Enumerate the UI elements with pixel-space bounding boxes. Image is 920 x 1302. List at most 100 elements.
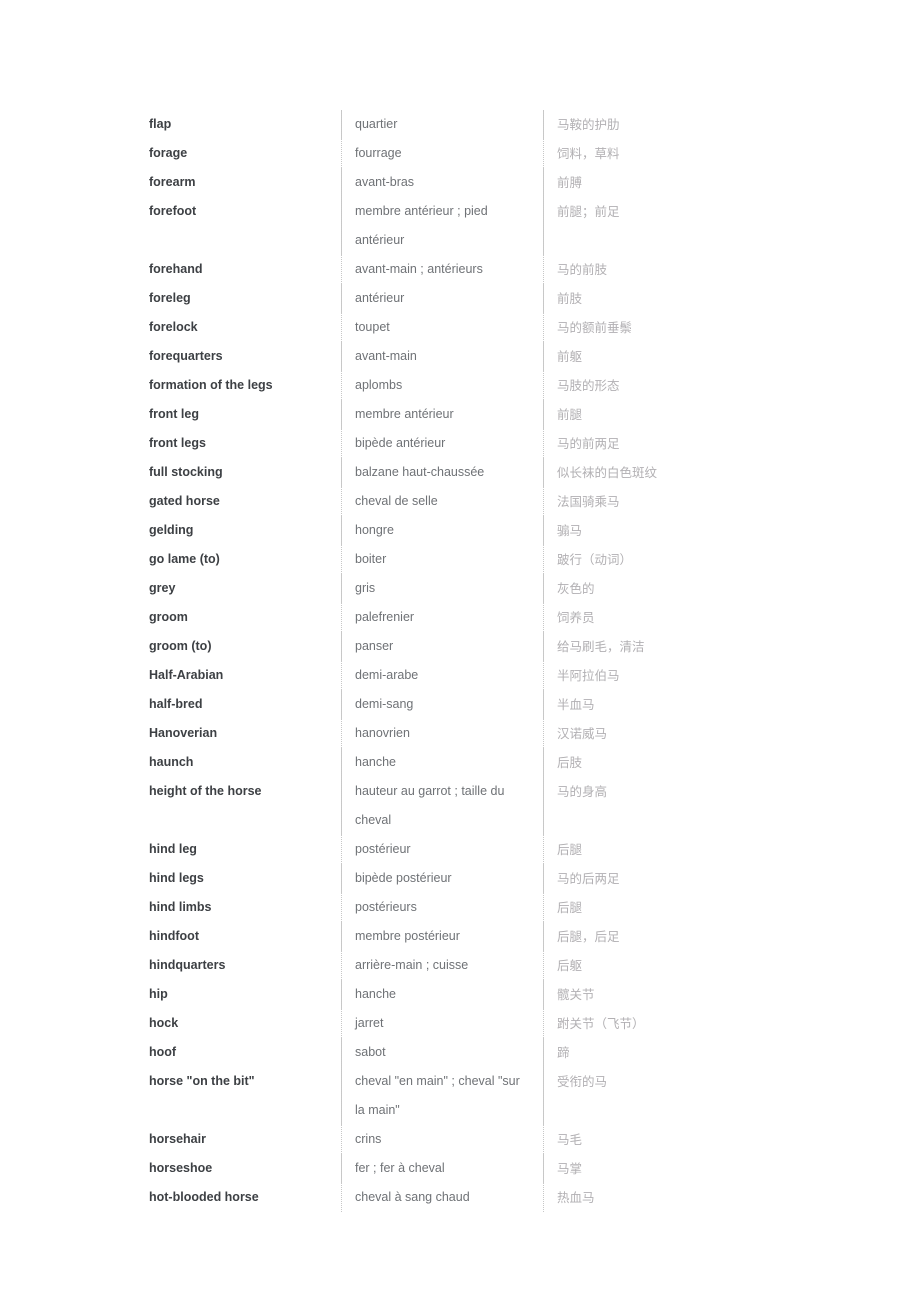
- glossary-term-zh: 马的后两足: [543, 864, 789, 893]
- glossary-term-fr: fourrage: [341, 139, 543, 168]
- glossary-term-fr: toupet: [341, 313, 543, 342]
- glossary-term-zh: 跗关节（飞节）: [543, 1009, 789, 1038]
- glossary-term-fr: demi-sang: [341, 690, 543, 719]
- glossary-term-en: Hanoverian: [149, 726, 218, 740]
- glossary-term-en: forearm: [149, 175, 196, 189]
- glossary-term-en: half-bred: [149, 697, 203, 711]
- glossary-term-en: hot-blooded horse: [149, 1190, 259, 1204]
- glossary-term-en: groom (to): [149, 639, 212, 653]
- glossary-term-en: height of the horse: [149, 784, 262, 798]
- glossary-term-en: full stocking: [149, 465, 223, 479]
- column-divider-2: [543, 110, 544, 1212]
- glossary-term-fr: avant-bras: [341, 168, 543, 197]
- glossary-term-fr: quartier: [341, 110, 543, 139]
- glossary-term-fr: palefrenier: [341, 603, 543, 632]
- glossary-term-fr: hongre: [341, 516, 543, 545]
- glossary-term-en: horseshoe: [149, 1161, 213, 1175]
- glossary-term-fr: postérieur: [341, 835, 543, 864]
- glossary-term-fr: balzane haut-chaussée: [341, 458, 543, 487]
- glossary-term-fr: avant-main ; antérieurs: [341, 255, 543, 284]
- glossary-term-zh: 后躯: [543, 951, 789, 980]
- glossary-term-zh: 半血马: [543, 690, 789, 719]
- glossary-term-zh: 马肢的形态: [543, 371, 789, 400]
- glossary-term-zh: 马的前两足: [543, 429, 789, 458]
- glossary-table: flap quartier 马鞍的护肋 forage fourrage 饲料，草料 fore…: [149, 110, 789, 1212]
- glossary-term-zh: 前肢: [543, 284, 789, 313]
- glossary-term-fr: panser: [341, 632, 543, 661]
- glossary-term-zh: 马的额前垂鬃: [543, 313, 789, 342]
- glossary-term-fr: membre antérieur ; pied antérieur: [341, 197, 543, 255]
- glossary-term-fr: hanche: [341, 748, 543, 777]
- glossary-term-en: hindquarters: [149, 958, 226, 972]
- glossary-term-zh: 马毛: [543, 1125, 789, 1154]
- glossary-term-en: forage: [149, 146, 188, 160]
- glossary-term-zh: 饲料，草料: [543, 139, 789, 168]
- glossary-term-fr: membre antérieur: [341, 400, 543, 429]
- glossary-term-en: groom: [149, 610, 188, 624]
- glossary-term-en: front leg: [149, 407, 199, 421]
- glossary-term-fr: cheval de selle: [341, 487, 543, 516]
- glossary-term-fr: boiter: [341, 545, 543, 574]
- glossary-term-fr: membre postérieur: [341, 922, 543, 951]
- glossary-term-zh: 马的身高: [543, 777, 789, 835]
- glossary-term-zh: 跛行（动词）: [543, 545, 789, 574]
- glossary-term-fr: cheval à sang chaud: [341, 1183, 543, 1212]
- glossary-term-en: flap: [149, 117, 172, 131]
- glossary-term-fr: hanovrien: [341, 719, 543, 748]
- glossary-term-zh: 后腿: [543, 835, 789, 864]
- glossary-term-zh: 髋关节: [543, 980, 789, 1009]
- glossary-term-zh: 马鞍的护肋: [543, 110, 789, 139]
- glossary-term-zh: 后肢: [543, 748, 789, 777]
- glossary-term-fr: fer ; fer à cheval: [341, 1154, 543, 1183]
- glossary-term-zh: 半阿拉伯马: [543, 661, 789, 690]
- glossary-term-en: hind limbs: [149, 900, 212, 914]
- glossary-term-zh: 前膊: [543, 168, 789, 197]
- glossary-term-zh: 灰色的: [543, 574, 789, 603]
- glossary-term-en: hindfoot: [149, 929, 199, 943]
- glossary-term-fr: hauteur au garrot ; taille du cheval: [341, 777, 543, 835]
- glossary-term-en: hip: [149, 987, 168, 1001]
- glossary-term-fr: antérieur: [341, 284, 543, 313]
- glossary-term-zh: 马掌: [543, 1154, 789, 1183]
- glossary-term-en: horse "on the bit": [149, 1074, 255, 1088]
- glossary-term-en: hind leg: [149, 842, 197, 856]
- glossary-term-fr: cheval "en main" ; cheval "sur la main": [341, 1067, 543, 1125]
- glossary-term-en: front legs: [149, 436, 206, 450]
- glossary-term-zh: 后腿: [543, 893, 789, 922]
- glossary-term-fr: hanche: [341, 980, 543, 1009]
- glossary-term-zh: 热血马: [543, 1183, 789, 1212]
- glossary-term-en: Half-Arabian: [149, 668, 224, 682]
- glossary-term-zh: 蹄: [543, 1038, 789, 1067]
- glossary-term-zh: 前腿；前足: [543, 197, 789, 255]
- glossary-term-en: hind legs: [149, 871, 204, 885]
- glossary-term-en: go lame (to): [149, 552, 220, 566]
- glossary-term-en: forelock: [149, 320, 198, 334]
- glossary-term-zh: 给马刷毛，清洁: [543, 632, 789, 661]
- glossary-term-en: formation of the legs: [149, 378, 273, 392]
- glossary-term-en: foreleg: [149, 291, 191, 305]
- glossary-term-en: forequarters: [149, 349, 223, 363]
- column-divider-1: [341, 110, 342, 1212]
- glossary-term-fr: bipède postérieur: [341, 864, 543, 893]
- glossary-term-fr: aplombs: [341, 371, 543, 400]
- document-page: flap quartier 马鞍的护肋 forage fourrage 饲料，草料 fore…: [0, 0, 920, 1302]
- glossary-term-zh: 似长袜的白色斑纹: [543, 458, 789, 487]
- glossary-term-zh: 饲养员: [543, 603, 789, 632]
- glossary-term-en: hoof: [149, 1045, 177, 1059]
- glossary-term-fr: bipède antérieur: [341, 429, 543, 458]
- glossary-term-fr: demi-arabe: [341, 661, 543, 690]
- glossary-term-fr: jarret: [341, 1009, 543, 1038]
- glossary-term-zh: 后腿，后足: [543, 922, 789, 951]
- glossary-term-fr: postérieurs: [341, 893, 543, 922]
- glossary-term-fr: sabot: [341, 1038, 543, 1067]
- glossary-term-en: forefoot: [149, 204, 197, 218]
- glossary-term-fr: crins: [341, 1125, 543, 1154]
- glossary-term-zh: 法国骑乘马: [543, 487, 789, 516]
- glossary-term-fr: arrière-main ; cuisse: [341, 951, 543, 980]
- glossary-term-en: horsehair: [149, 1132, 206, 1146]
- glossary-term-en: forehand: [149, 262, 203, 276]
- glossary-term-fr: avant-main: [341, 342, 543, 371]
- glossary-term-en: haunch: [149, 755, 194, 769]
- glossary-term-zh: 骟马: [543, 516, 789, 545]
- glossary-term-zh: 汉诺威马: [543, 719, 789, 748]
